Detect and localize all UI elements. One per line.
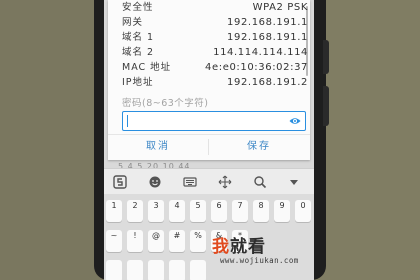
keyboard-key[interactable] (190, 260, 206, 280)
dns1-row: 域名 1 192.168.191.1 (122, 30, 308, 46)
dns2-value: 114.114.114.114 (213, 47, 308, 58)
search-icon[interactable] (252, 174, 268, 190)
keyboard-key[interactable]: ~ (106, 230, 122, 252)
keyboard-key[interactable]: 4 (169, 200, 185, 222)
eye-icon[interactable] (289, 116, 301, 126)
keyboard-key[interactable]: 7 (232, 200, 248, 222)
gateway-row: 网关 192.168.191.1 (122, 15, 308, 31)
dns2-label: 域名 2 (122, 47, 155, 58)
keyboard-key[interactable]: @ (148, 230, 164, 252)
watermark-brand-part2: 就看 (230, 237, 266, 257)
mac-label: MAC 地址 (122, 62, 172, 73)
gateway-label: 网关 (122, 17, 144, 28)
power-button (323, 86, 329, 126)
site-watermark: 我就看 www.wojiukan.com (212, 232, 312, 272)
keyboard-key[interactable]: 0 (295, 200, 311, 222)
emoji-icon[interactable] (147, 174, 163, 190)
watermark-brand: 我就看 (212, 232, 266, 257)
dns1-label: 域名 1 (122, 32, 155, 43)
watermark-brand-part1: 我 (212, 237, 230, 257)
wifi-details-dialog: 安全性 WPA2 PSK 网关 192.168.191.1 域名 1 192.1… (108, 0, 310, 160)
keyboard-key[interactable]: 3 (148, 200, 164, 222)
keyboard-key[interactable]: # (169, 230, 185, 252)
keyboard-key[interactable] (169, 260, 185, 280)
gateway-value: 192.168.191.1 (227, 17, 308, 28)
security-value: WPA2 PSK (252, 2, 308, 13)
dns2-row: 域名 2 114.114.114.114 (122, 45, 308, 61)
collapse-icon[interactable] (286, 174, 302, 190)
dialog-button-row: 取消 保存 (108, 134, 310, 159)
dns1-value: 192.168.191.1 (227, 32, 308, 43)
keyboard-key[interactable]: 2 (127, 200, 143, 222)
keyboard-key[interactable]: 1 (106, 200, 122, 222)
ip-row: IP地址 192.168.191.2 (122, 75, 308, 91)
keyboard-key[interactable] (127, 260, 143, 280)
cancel-button[interactable]: 取消 (108, 135, 208, 159)
volume-button (323, 40, 329, 74)
mac-row: MAC 地址 4e:e0:10:36:02:37 (122, 60, 308, 76)
keyboard-toolbar (104, 168, 314, 195)
security-row: 安全性 WPA2 PSK (122, 0, 308, 16)
cursor-move-icon[interactable] (217, 174, 233, 190)
keyboard-key[interactable] (106, 260, 122, 280)
keyboard-key[interactable]: 8 (253, 200, 269, 222)
keyboard-key[interactable]: 6 (211, 200, 227, 222)
keyboard-icon[interactable] (182, 174, 198, 190)
keyboard-key[interactable] (148, 260, 164, 280)
security-label: 安全性 (122, 2, 154, 13)
ip-value: 192.168.191.2 (227, 77, 308, 88)
keyboard-key[interactable]: % (190, 230, 206, 252)
keyboard-key[interactable]: ! (127, 230, 143, 252)
mac-value: 4e:e0:10:36:02:37 (205, 62, 308, 73)
password-label: 密码(8~63个字符) (122, 98, 209, 109)
keyboard-key[interactable]: 9 (274, 200, 290, 222)
password-input[interactable] (122, 111, 306, 131)
watermark-url: www.wojiukan.com (220, 256, 299, 265)
keyboard-key[interactable]: 5 (190, 200, 206, 222)
background-left (0, 0, 108, 280)
text-cursor (127, 115, 128, 127)
sogou-logo-icon[interactable] (112, 174, 128, 190)
save-button[interactable]: 保存 (209, 135, 309, 159)
ip-label: IP地址 (122, 77, 154, 88)
